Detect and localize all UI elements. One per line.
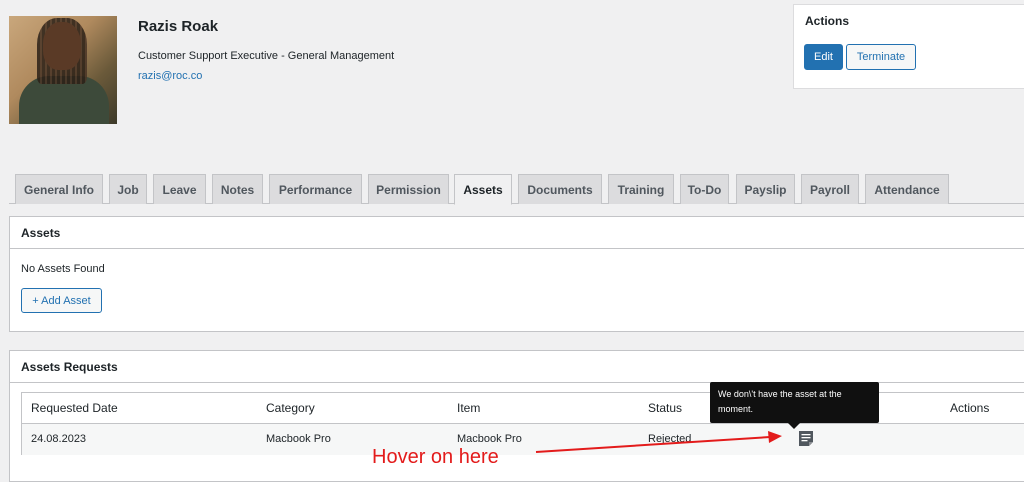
terminate-button[interactable]: Terminate [846,44,916,70]
tooltip-arrow [788,423,800,429]
assets-panel: Assets No Assets Found + Add Asset [9,216,1024,332]
tab-general-info[interactable]: General Info [15,174,103,204]
tab-documents[interactable]: Documents [518,174,602,204]
add-asset-button[interactable]: + Add Asset [21,288,102,313]
column-item: Item [457,401,481,415]
tooltip-text: We don\'t have the asset at the moment. [718,389,842,414]
employee-email-link[interactable]: razis@roc.co [138,70,202,82]
rejection-note-tooltip: We don\'t have the asset at the moment. [710,382,879,429]
actions-panel: Actions Edit Terminate [793,4,1024,89]
tab-performance[interactable]: Performance [269,174,362,204]
item-cell: Macbook Pro [457,433,522,445]
profile-photo [9,16,117,124]
column-requested-date: Requested Date [31,401,118,415]
tab-training[interactable]: Training [608,174,674,204]
tab-leave[interactable]: Leave [153,174,206,204]
tab-assets[interactable]: Assets [454,174,512,205]
tab-notes[interactable]: Notes [212,174,263,204]
column-status: Status [648,401,683,415]
employee-title: Customer Support Executive - General Man… [138,50,395,62]
tab-attendance[interactable]: Attendance [865,174,949,204]
tab-job[interactable]: Job [109,174,147,204]
asset-requests-heading: Assets Requests [10,351,1024,383]
column-category: Category [266,401,315,415]
status-cell: Rejected [648,433,692,445]
tab-payroll[interactable]: Payroll [801,174,859,204]
notes-icon[interactable] [798,430,814,447]
employee-name: Razis Roak [138,18,219,35]
tab-permission[interactable]: Permission [368,174,449,204]
annotation-label: Hover on here [372,446,499,468]
table-row: 24.08.2023 Macbook Pro Macbook Pro Rejec… [22,424,1024,455]
actions-heading: Actions [805,14,850,28]
edit-button[interactable]: Edit [804,44,843,70]
tab-payslip[interactable]: Payslip [736,174,795,204]
no-assets-message: No Assets Found [21,263,105,275]
assets-heading: Assets [10,217,1024,249]
category-cell: Macbook Pro [266,433,331,445]
column-actions: Actions [950,401,990,415]
tab-to-do[interactable]: To-Do [680,174,729,204]
requested-date-cell: 24.08.2023 [31,433,87,445]
